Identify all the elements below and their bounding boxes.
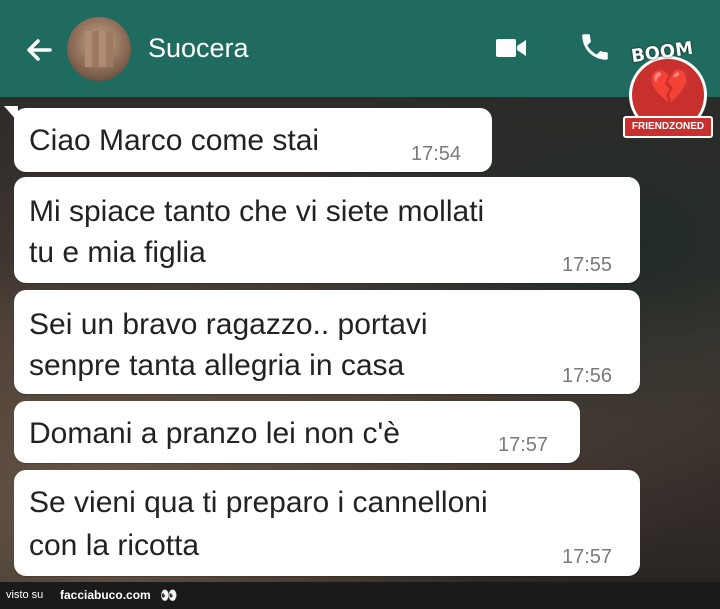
message-text: Se vieni qua ti preparo i cannelloni [29,486,488,519]
phone-icon[interactable] [578,30,612,69]
message-text: tu e mia figlia [29,236,206,269]
message-bubble[interactable]: Ciao Marco come stai 17:54 [14,108,492,172]
watermark-footer: visto su facciabuco.com 👀 [0,582,720,609]
footer-site: facciabuco.com [60,588,151,602]
message-text: Ciao Marco come stai [29,124,320,157]
broken-heart-icon: 💔 [649,68,692,106]
message-time: 17:57 [498,434,549,456]
message-text: Mi spiace tanto che vi siete mollati [29,195,485,228]
chat-header: Suocera [0,0,720,97]
logo-ribbon-text: FRIENDZONED [623,116,713,138]
message-bubble[interactable]: Domani a pranzo lei non c'è 17:57 [14,401,580,463]
message-time: 17:55 [562,254,613,276]
contact-name[interactable]: Suocera [148,33,249,64]
message-bubble[interactable]: Sei un bravo ragazzo.. portavi senpre ta… [14,290,640,394]
arrow-left-icon[interactable] [20,30,60,70]
avatar[interactable] [67,17,131,81]
message-text: con la ricotta [29,529,200,562]
message-bubble[interactable]: Se vieni qua ti preparo i cannelloni con… [14,470,640,576]
message-text: Domani a pranzo lei non c'è [29,417,400,450]
message-text: senpre tanta allegria in casa [29,349,405,382]
message-time: 17:57 [562,546,613,568]
footer-prefix: visto su [6,589,44,601]
friendzoned-logo: BOOM 💔 FRIENDZONED [623,38,713,142]
eyes-icon: 👀 [160,587,178,603]
video-camera-icon[interactable] [495,36,527,65]
message-bubble[interactable]: Mi spiace tanto che vi siete mollati tu … [14,177,640,283]
message-time: 17:56 [562,365,613,387]
message-time: 17:54 [411,143,462,165]
message-text: Sei un bravo ragazzo.. portavi [29,308,428,341]
